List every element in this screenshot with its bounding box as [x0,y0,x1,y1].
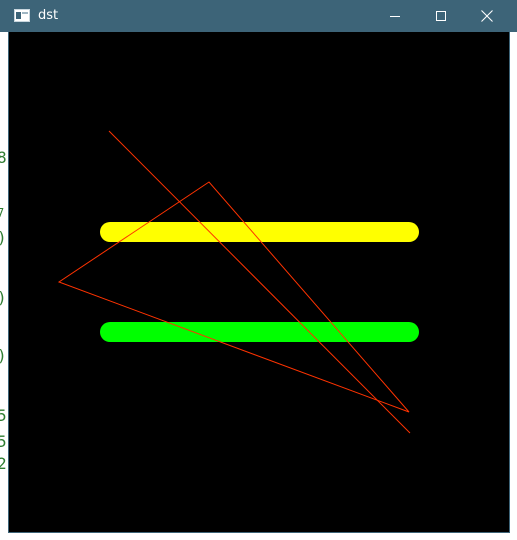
image-window: dst [0,0,517,540]
close-button[interactable] [464,0,510,32]
drawing-svg [57,130,419,434]
window-border-line-bottom [8,532,510,533]
window-border-right [509,32,517,540]
window-titlebar[interactable]: dst [0,0,517,32]
red-triangle-outline [57,181,410,413]
minimize-icon [390,16,400,17]
maximize-icon [436,11,446,21]
window-title: dst [38,8,59,23]
minimize-button[interactable] [372,0,418,32]
window-border-bottom [0,532,517,540]
maximize-button[interactable] [418,0,464,32]
window-border-line-left [8,32,9,533]
close-icon [481,10,493,22]
image-canvas[interactable] [9,32,509,532]
window-app-icon[interactable] [14,9,30,22]
window-border-line-right [509,32,510,533]
red-diagonal-line [108,130,411,434]
